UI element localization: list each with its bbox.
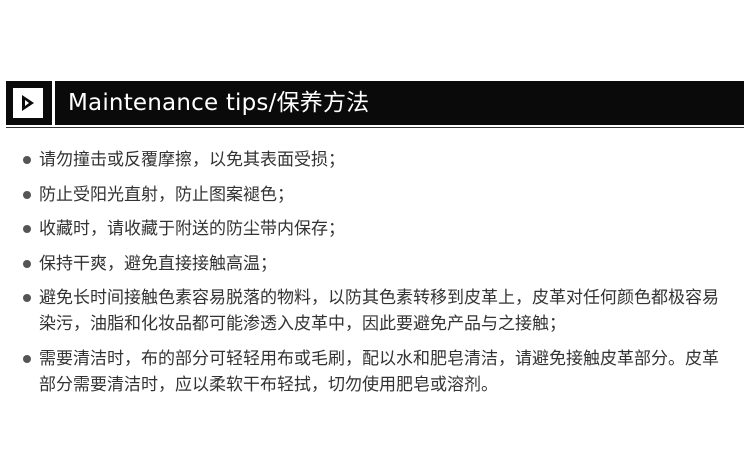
list-item: 请勿撞击或反覆摩擦，以免其表面受损； <box>22 147 734 173</box>
tip-text: 保持干爽，避免直接接触高温； <box>39 253 277 274</box>
bullet-icon <box>23 354 31 363</box>
bullet-icon <box>23 225 31 233</box>
header-divider <box>52 81 55 125</box>
tip-text: 收藏时，请收藏于附送的防尘带内保存； <box>39 219 345 239</box>
bullet-icon <box>23 156 31 164</box>
list-item: 需要清洁时，布的部分可轻轻用布或毛刷，配以水和肥皂清洁，请避免接触皮革部分。皮革… <box>22 346 734 398</box>
bullet-icon <box>23 259 31 268</box>
list-item: 防止受阳光直射，防止图案褪色； <box>22 182 734 208</box>
section-header: Maintenance tips/保养方法 <box>6 81 744 125</box>
list-item: 收藏时，请收藏于附送的防尘带内保存； <box>22 216 734 242</box>
list-item: 避免长时间接触色素容易脱落的物料，以防其色素转移到皮革上，皮革对任何颜色都极容易… <box>22 285 734 337</box>
header-underline <box>6 127 744 128</box>
section-title: Maintenance tips/保养方法 <box>68 90 370 116</box>
play-icon <box>13 88 43 118</box>
list-item: 保持干爽，避免直接接触高温； <box>22 251 734 277</box>
bullet-icon <box>23 294 31 302</box>
tip-text: 避免长时间接触色素容易脱落的物料，以防其色素转移到皮革上，皮革对任何颜色都极容易… <box>39 288 719 334</box>
tip-text: 防止受阳光直射，防止图案褪色； <box>39 184 294 205</box>
maintenance-tips-list: 请勿撞击或反覆摩擦，以免其表面受损； 防止受阳光直射，防止图案褪色； 收藏时，请… <box>22 147 734 406</box>
tip-text: 请勿撞击或反覆摩擦，以免其表面受损； <box>39 150 345 170</box>
bullet-icon <box>23 190 31 199</box>
tip-text: 需要清洁时，布的部分可轻轻用布或毛刷，配以水和肥皂清洁，请避免接触皮革部分。皮革… <box>39 348 719 395</box>
